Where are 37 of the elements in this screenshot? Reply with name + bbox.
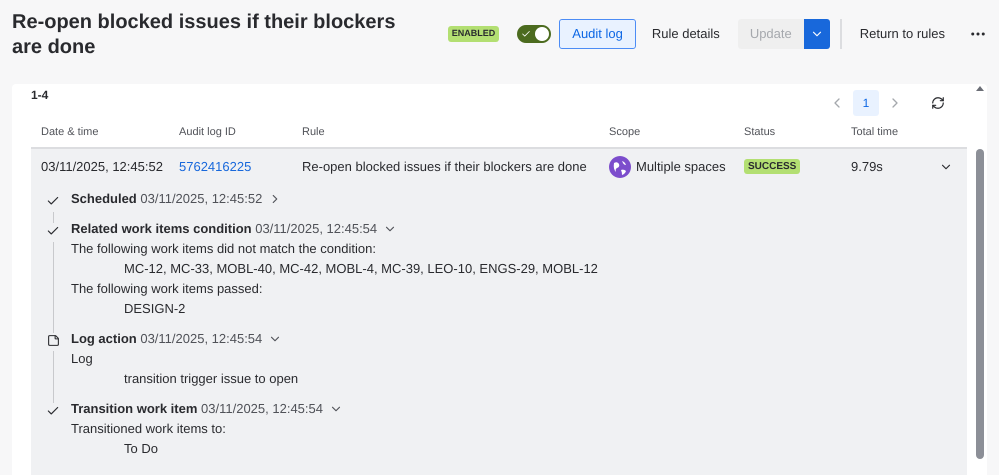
column-header: Total time bbox=[851, 125, 898, 140]
step-title: Related work items condition 03/11/2025, 12:45:54 bbox=[71, 220, 378, 236]
step-label: Log bbox=[71, 350, 93, 366]
column-header: Date & time bbox=[41, 125, 98, 140]
step-label: Transitioned work items to: bbox=[71, 420, 226, 436]
step-label: The following work items did not match the condition: bbox=[71, 240, 376, 256]
step-title: Scheduled 03/11/2025, 12:45:52 bbox=[71, 190, 262, 206]
result-range: 1-4 bbox=[31, 87, 48, 104]
column-header: Status bbox=[744, 125, 776, 140]
header-button[interactable]: Return to rules bbox=[852, 19, 953, 49]
step-value: transition trigger issue to open bbox=[124, 370, 298, 386]
step-value: To Do bbox=[124, 440, 158, 456]
status-lozenge: SUCCESS bbox=[744, 159, 800, 174]
audit-log-link[interactable]: 5762416225 bbox=[179, 156, 252, 176]
refresh-icon[interactable] bbox=[931, 96, 945, 110]
status-lozenge: ENABLED bbox=[448, 26, 500, 42]
header-button[interactable]: Audit log bbox=[559, 19, 636, 49]
step-title: Transition work item 03/11/2025, 12:45:54 bbox=[71, 400, 323, 416]
page-title: Re-open blocked issues if their blockers are done bbox=[12, 10, 396, 60]
column-header: Audit log ID bbox=[179, 125, 236, 140]
step-title: Log action 03/11/2025, 12:45:54 bbox=[71, 330, 262, 346]
column-header: Rule bbox=[302, 125, 325, 140]
table-cell-text: 03/11/2025, 12:45:52 bbox=[41, 158, 163, 176]
header-button[interactable]: Rule details bbox=[644, 19, 728, 49]
globe-icon bbox=[609, 156, 631, 178]
step-value: MC-12, MC-33, MOBL-40, MC-42, MOBL-4, MC-39, LEO-10, ENGS-29, MOBL-12 bbox=[124, 260, 598, 276]
step-value: DESIGN-2 bbox=[124, 300, 186, 316]
dropdown-button[interactable] bbox=[804, 19, 830, 49]
column-header: Scope bbox=[609, 125, 640, 140]
table-cell-text: Multiple spaces bbox=[636, 158, 726, 176]
check-icon bbox=[521, 29, 532, 39]
page-button[interactable]: 1 bbox=[853, 90, 879, 116]
note-icon bbox=[46, 334, 60, 346]
toggle-switch[interactable] bbox=[517, 25, 552, 43]
step-label: The following work items passed: bbox=[71, 280, 262, 296]
table-cell-text: Re-open blocked issues if their blockers are done bbox=[302, 158, 587, 176]
table-cell-text: 9.79s bbox=[851, 158, 883, 176]
